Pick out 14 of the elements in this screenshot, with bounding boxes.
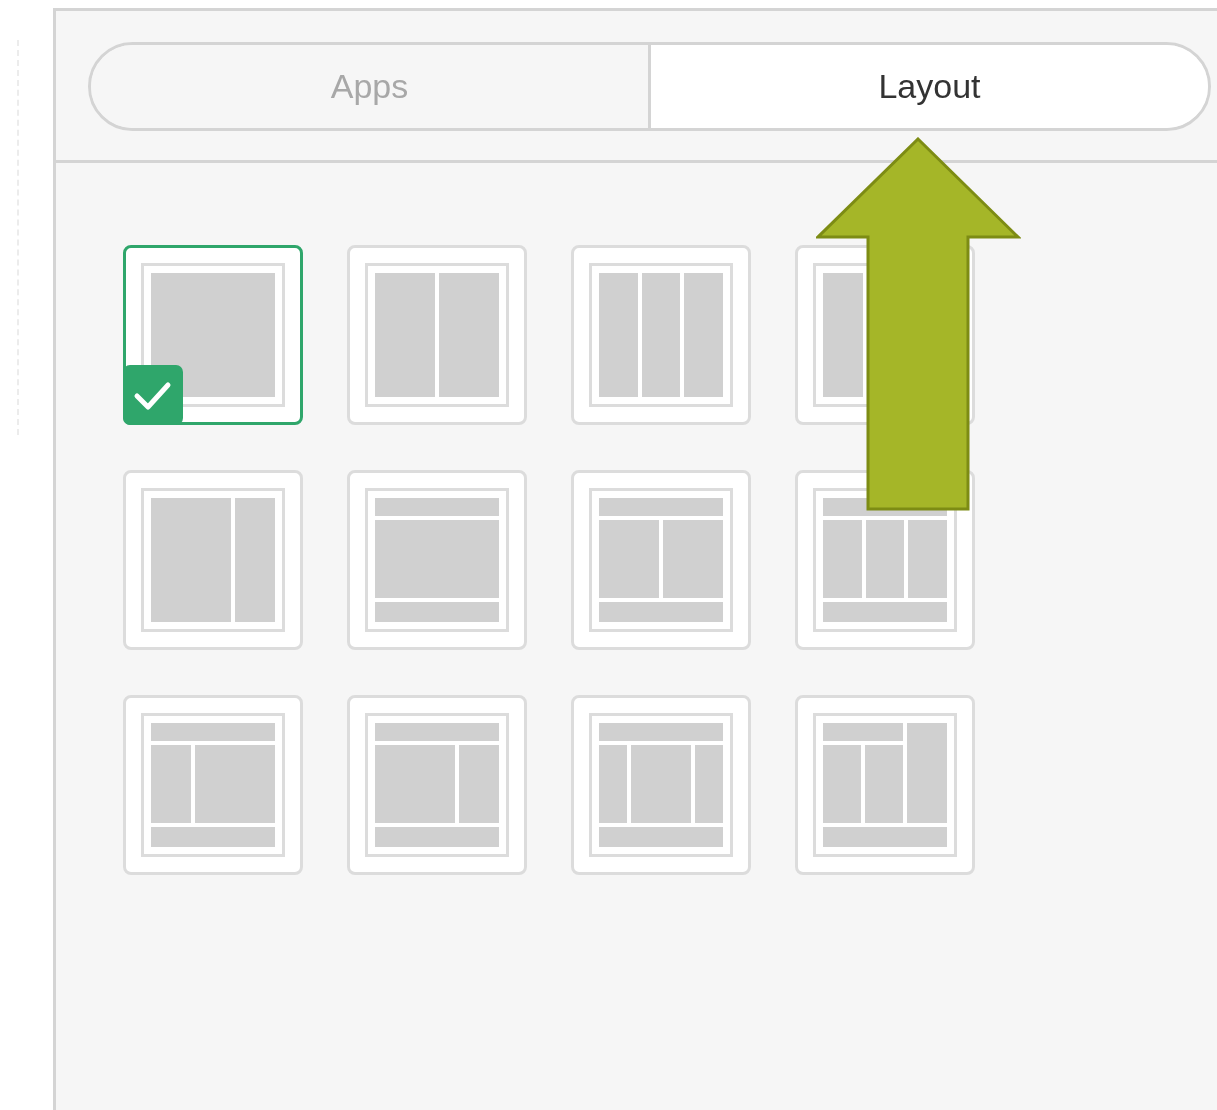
layout-preview-icon (141, 713, 285, 857)
layout-preview-icon (365, 488, 509, 632)
layout-preview-icon (813, 713, 957, 857)
layout-option[interactable] (123, 245, 303, 425)
layout-preview-icon (589, 488, 733, 632)
checkmark-icon (123, 365, 183, 425)
layout-preview-icon (589, 713, 733, 857)
tab[interactable]: Layout (648, 45, 1208, 128)
layout-preview-icon (813, 488, 957, 632)
layout-preview-icon (141, 263, 285, 407)
layout-preview-icon (141, 488, 285, 632)
layout-preview-icon (589, 263, 733, 407)
layout-preview-icon (365, 263, 509, 407)
layout-preview-icon (365, 713, 509, 857)
